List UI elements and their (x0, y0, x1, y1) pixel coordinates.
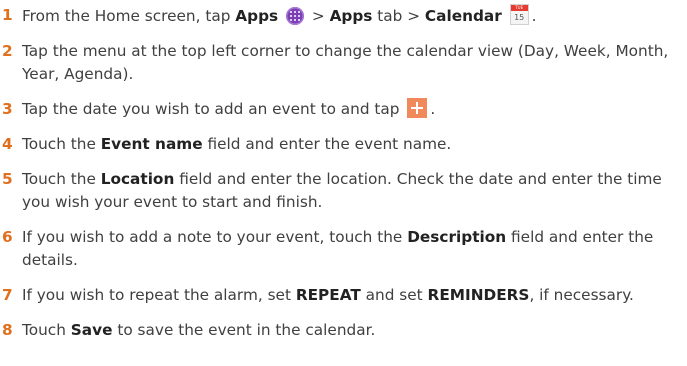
step-text: If you wish to repeat the alarm, set REP… (22, 284, 687, 307)
calendar-icon-month: TUE (510, 5, 528, 11)
calendar-app-icon: TUE 15 (509, 4, 529, 25)
step-2: 2 Tap the menu at the top left corner to… (0, 40, 687, 86)
step-text-part: , if necessary. (529, 286, 634, 304)
step-text-part: Touch (22, 321, 71, 339)
step-number: 3 (2, 100, 13, 118)
step-text-part: > (307, 7, 330, 25)
step-text-part: field and enter the event name. (202, 135, 452, 153)
add-event-plus-icon (407, 98, 428, 118)
save-label: Save (70, 321, 113, 339)
step-text-part: . (531, 7, 537, 25)
step-text-part: From the Home screen, tap (22, 7, 236, 25)
step-number: 7 (2, 286, 13, 304)
step-8: 8 Touch Save to save the event in the ca… (0, 319, 687, 342)
step-text: If you wish to add a note to your event,… (22, 226, 687, 272)
location-label: Location (100, 170, 175, 188)
step-text-part: to save the event in the calendar. (112, 321, 376, 339)
step-7: 7 If you wish to repeat the alarm, set R… (0, 284, 687, 307)
step-text-part: . (430, 100, 436, 118)
step-text-part: and set (360, 286, 428, 304)
step-5: 5 Touch the Location field and enter the… (0, 168, 687, 214)
event-name-label: Event name (100, 135, 203, 153)
reminders-label: REMINDERS (427, 286, 530, 304)
step-text-part: If you wish to add a note to your event,… (22, 228, 408, 246)
step-text-part: Tap the date you wish to add an event to… (22, 100, 405, 118)
apps-label: Apps (235, 7, 279, 25)
step-3: 3 Tap the date you wish to add an event … (0, 98, 687, 121)
step-text-part: Touch the (22, 135, 101, 153)
step-number: 5 (2, 170, 13, 188)
step-number: 8 (2, 321, 13, 339)
calendar-steps-list: 1 From the Home screen, tap Apps > Apps … (0, 4, 687, 354)
step-number: 6 (2, 228, 13, 246)
step-text-part: Touch the (22, 170, 101, 188)
step-number: 2 (2, 42, 13, 60)
description-label: Description (407, 228, 507, 246)
apps-tab-label: Apps (329, 7, 373, 25)
step-text: From the Home screen, tap Apps > Apps ta… (22, 4, 687, 28)
step-text: Touch Save to save the event in the cale… (22, 319, 687, 342)
step-number: 1 (2, 6, 13, 24)
step-number: 4 (2, 135, 13, 153)
repeat-label: REPEAT (295, 286, 361, 304)
calendar-icon-day: 15 (514, 13, 525, 22)
step-text: Touch the Location field and enter the l… (22, 168, 687, 214)
calendar-label: Calendar (424, 7, 502, 25)
step-text-part: tab > (372, 7, 425, 25)
step-6: 6 If you wish to add a note to your even… (0, 226, 687, 272)
step-4: 4 Touch the Event name field and enter t… (0, 133, 687, 156)
step-text: Touch the Event name field and enter the… (22, 133, 687, 156)
step-text: Tap the menu at the top left corner to c… (22, 42, 669, 83)
step-1: 1 From the Home screen, tap Apps > Apps … (0, 4, 687, 28)
step-text: Tap the date you wish to add an event to… (22, 98, 687, 121)
apps-grid-icon (286, 7, 305, 25)
step-text-part: If you wish to repeat the alarm, set (22, 286, 296, 304)
